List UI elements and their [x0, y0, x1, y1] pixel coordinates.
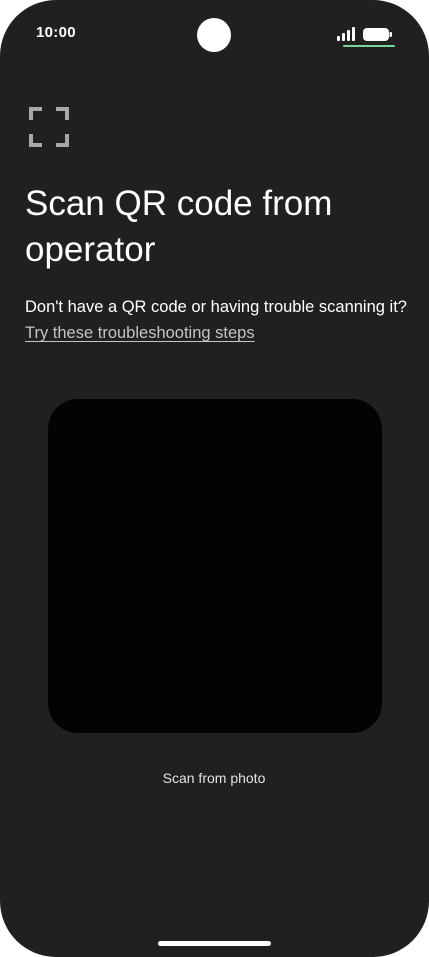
battery-icon — [363, 28, 392, 41]
qr-scan-frame-icon — [29, 107, 69, 147]
status-icons — [337, 26, 397, 48]
camera-viewfinder — [48, 399, 382, 733]
troubleshooting-link[interactable]: Try these troubleshooting steps — [25, 324, 255, 342]
cellular-signal-icon — [337, 27, 355, 41]
camera-cutout — [197, 18, 231, 52]
status-bar: 10:00 — [0, 0, 429, 68]
battery-charging-indicator — [343, 45, 395, 47]
help-text: Don't have a QR code or having trouble s… — [25, 294, 410, 346]
help-text-body: Don't have a QR code or having trouble s… — [25, 298, 407, 316]
page-title: Scan QR code from operator — [25, 184, 333, 269]
home-indicator[interactable] — [158, 941, 271, 946]
scan-from-photo-button[interactable]: Scan from photo — [114, 760, 314, 796]
phone-screen: 10:00 Scan QR code from operator Don't h… — [0, 0, 429, 957]
status-time: 10:00 — [36, 24, 76, 41]
